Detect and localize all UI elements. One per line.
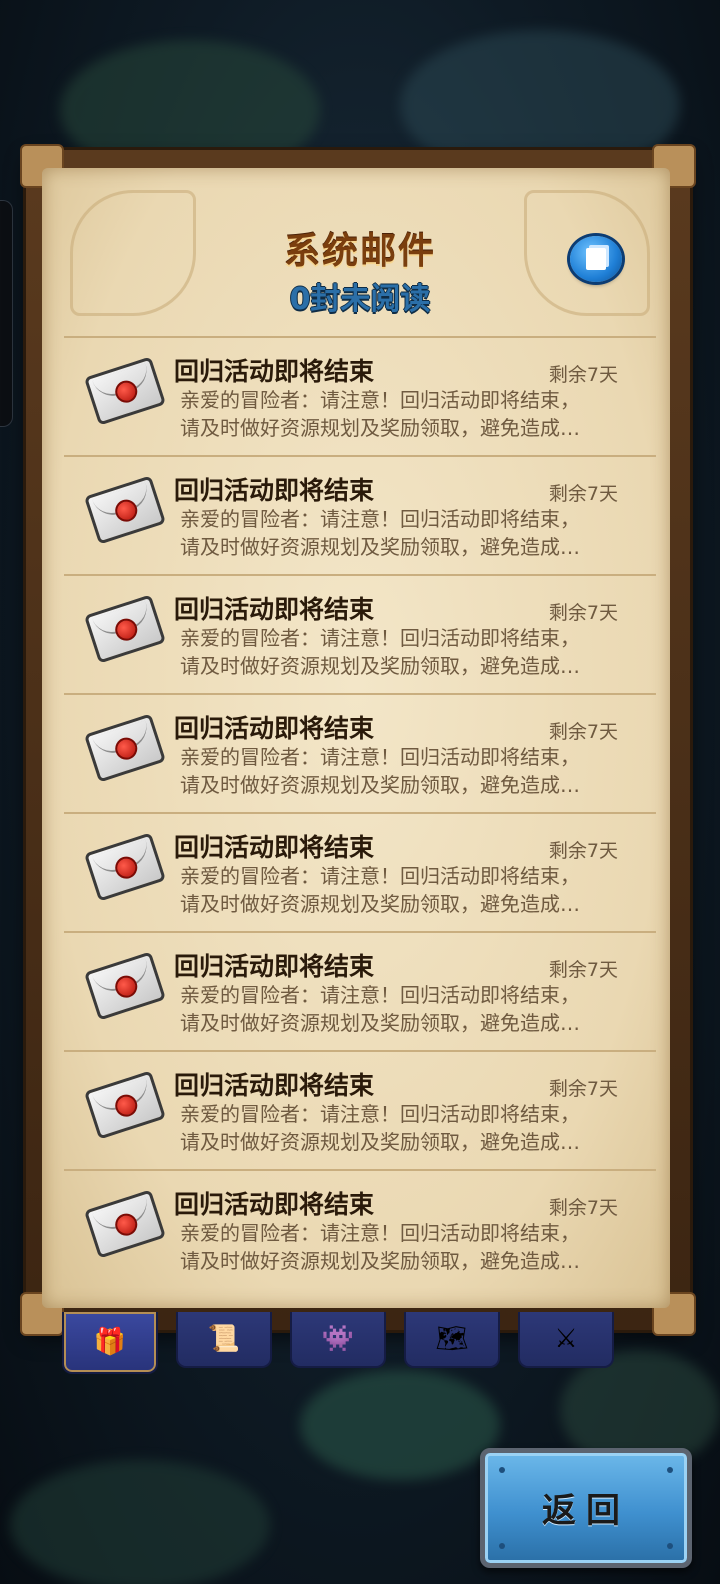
mail-item[interactable]: 回归活动即将结束 剩余7天 亲爱的冒险者：请注意！回归活动即将结束， 请及时做好… bbox=[64, 693, 656, 808]
mail-preview-line2: 请及时做好资源规划及奖励领取，避免造成… bbox=[180, 535, 580, 559]
mail-preview-line1: 亲爱的冒险者：请注意！回归活动即将结束， bbox=[180, 864, 580, 888]
sealed-envelope-icon bbox=[83, 594, 167, 664]
mail-preview-line2: 请及时做好资源规划及奖励领取，避免造成… bbox=[180, 654, 580, 678]
mail-item[interactable]: 回归活动即将结束 剩余7天 亲爱的冒险者：请注意！回归活动即将结束， 请及时做好… bbox=[64, 812, 656, 927]
mail-preview-line1: 亲爱的冒险者：请注意！回归活动即将结束， bbox=[180, 626, 580, 650]
mail-preview-line2: 请及时做好资源规划及奖励领取，避免造成… bbox=[180, 1011, 580, 1035]
delete-read-button[interactable] bbox=[570, 236, 622, 282]
mail-preview-line1: 亲爱的冒险者：请注意！回归活动即将结束， bbox=[180, 388, 580, 412]
tab-battle[interactable]: ⚔ bbox=[518, 1312, 614, 1368]
mail-title: 回归活动即将结束 bbox=[174, 1071, 375, 1100]
crossed-swords-icon: ⚔ bbox=[554, 1324, 578, 1354]
mail-list: 回归活动即将结束 剩余7天 亲爱的冒险者：请注意！回归活动即将结束， 请及时做好… bbox=[64, 336, 656, 1288]
gift-box-icon: 🎁 bbox=[93, 1327, 127, 1357]
mail-title: 回归活动即将结束 bbox=[174, 357, 375, 386]
mail-days-left: 剩余7天 bbox=[548, 483, 618, 505]
sealed-envelope-icon bbox=[83, 1070, 167, 1140]
mail-preview-line1: 亲爱的冒险者：请注意！回归活动即将结束， bbox=[180, 1102, 580, 1126]
mail-days-left: 剩余7天 bbox=[548, 1078, 618, 1100]
scroll-banner-icon: 📜 bbox=[207, 1324, 241, 1354]
map-scroll-icon: 🗺 bbox=[435, 1324, 469, 1354]
mail-preview-line2: 请及时做好资源规划及奖励领取，避免造成… bbox=[180, 1130, 580, 1154]
sealed-envelope-icon bbox=[83, 951, 167, 1021]
mail-title: 回归活动即将结束 bbox=[174, 952, 375, 981]
mail-preview-line2: 请及时做好资源规划及奖励领取，避免造成… bbox=[180, 416, 580, 440]
mail-item[interactable]: 回归活动即将结束 剩余7天 亲爱的冒险者：请注意！回归活动即将结束， 请及时做好… bbox=[64, 574, 656, 689]
sealed-envelope-icon bbox=[83, 832, 167, 902]
tab-monsters[interactable]: 👾 bbox=[290, 1312, 386, 1368]
wax-seal-icon bbox=[112, 853, 141, 882]
mail-preview-line1: 亲爱的冒险者：请注意！回归活动即将结束， bbox=[180, 1221, 580, 1245]
mail-preview-line1: 亲爱的冒险者：请注意！回归活动即将结束， bbox=[180, 745, 580, 769]
tab-gift[interactable]: 🎁 bbox=[62, 1312, 158, 1374]
sealed-envelope-icon bbox=[83, 356, 167, 426]
mail-title: 回归活动即将结束 bbox=[174, 595, 375, 624]
wax-seal-icon bbox=[112, 496, 141, 525]
mail-preview-line2: 请及时做好资源规划及奖励领取，避免造成… bbox=[180, 892, 580, 916]
tab-announcement[interactable]: 📜 bbox=[176, 1312, 272, 1368]
wax-seal-icon bbox=[112, 972, 141, 1001]
monsters-icon: 👾 bbox=[321, 1324, 355, 1354]
wax-seal-icon bbox=[112, 1091, 141, 1120]
mail-days-left: 剩余7天 bbox=[548, 840, 618, 862]
mail-days-left: 剩余7天 bbox=[548, 721, 618, 743]
mail-days-left: 剩余7天 bbox=[548, 364, 618, 386]
sealed-envelope-icon bbox=[83, 713, 167, 783]
mail-preview-line2: 请及时做好资源规划及奖励领取，避免造成… bbox=[180, 1249, 580, 1273]
wax-seal-icon bbox=[112, 734, 141, 763]
back-button[interactable]: 返回 bbox=[480, 1448, 692, 1568]
mail-title: 回归活动即将结束 bbox=[174, 1190, 375, 1219]
wax-seal-icon bbox=[112, 615, 141, 644]
mail-item[interactable]: 回归活动即将结束 剩余7天 亲爱的冒险者：请注意！回归活动即将结束， 请及时做好… bbox=[64, 931, 656, 1046]
mail-title: 回归活动即将结束 bbox=[174, 833, 375, 862]
document-icon bbox=[586, 248, 606, 270]
back-button-label: 返回 bbox=[542, 1491, 630, 1531]
wax-seal-icon bbox=[112, 1210, 141, 1239]
sealed-envelope-icon bbox=[83, 475, 167, 545]
mail-category-tabs: 🎁 📜 👾 🗺 ⚔ bbox=[62, 1312, 614, 1374]
mail-preview-line1: 亲爱的冒险者：请注意！回归活动即将结束， bbox=[180, 507, 580, 531]
mail-preview-line2: 请及时做好资源规划及奖励领取，避免造成… bbox=[180, 773, 580, 797]
mail-item[interactable]: 回归活动即将结束 剩余7天 亲爱的冒险者：请注意！回归活动即将结束， 请及时做好… bbox=[64, 1050, 656, 1165]
wax-seal-icon bbox=[112, 377, 141, 406]
mail-title: 回归活动即将结束 bbox=[174, 714, 375, 743]
mail-item[interactable]: 回归活动即将结束 剩余7天 亲爱的冒险者：请注意！回归活动即将结束， 请及时做好… bbox=[64, 1169, 656, 1284]
unread-count: 0封未阅读 bbox=[289, 282, 431, 317]
mail-days-left: 剩余7天 bbox=[548, 1197, 618, 1219]
mail-title: 回归活动即将结束 bbox=[174, 476, 375, 505]
tab-map[interactable]: 🗺 bbox=[404, 1312, 500, 1368]
mail-days-left: 剩余7天 bbox=[548, 602, 618, 624]
mail-days-left: 剩余7天 bbox=[548, 959, 618, 981]
mail-item[interactable]: 回归活动即将结束 剩余7天 亲爱的冒险者：请注意！回归活动即将结束， 请及时做好… bbox=[64, 455, 656, 570]
mail-item[interactable]: 回归活动即将结束 剩余7天 亲爱的冒险者：请注意！回归活动即将结束， 请及时做好… bbox=[64, 336, 656, 451]
sealed-envelope-icon bbox=[83, 1189, 167, 1259]
mail-preview-line1: 亲爱的冒险者：请注意！回归活动即将结束， bbox=[180, 983, 580, 1007]
